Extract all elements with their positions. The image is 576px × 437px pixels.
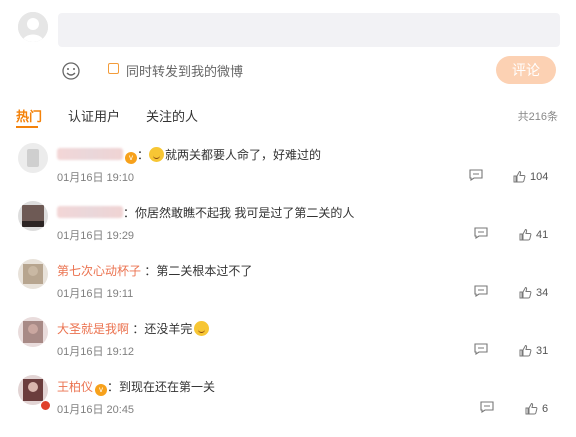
commenter-username[interactable] [57, 148, 123, 160]
commenter-username[interactable]: 王柏仪 [57, 380, 93, 394]
thumbs-up-icon [525, 402, 538, 415]
default-avatar-icon [18, 12, 48, 42]
tab-following[interactable]: 关注的人 [146, 106, 198, 125]
commenter-avatar[interactable] [18, 317, 48, 347]
comment-item: v： 就两关都要人命了，好难过的 01月16日 19:10 104 [0, 143, 576, 205]
user-avatar [18, 12, 48, 42]
tab-verified-users[interactable]: 认证用户 [68, 106, 120, 125]
vip-badge-icon: v [125, 152, 137, 164]
colon: ： [141, 264, 157, 278]
comment-text: 你居然敢瞧不起我 我可是过了第二关的人 [135, 206, 355, 220]
comment-time: 01月16日 19:29 [57, 230, 135, 242]
like-count: 104 [530, 171, 549, 183]
comment-time: 01月16日 19:12 [57, 346, 135, 358]
commenter-username[interactable]: 大圣就是我啊 [57, 322, 129, 336]
crying-emoji-icon [149, 147, 165, 162]
comment-text: 就两关都要人命了，好难过的 [165, 148, 322, 162]
comment-text: 第二关根本过不了 [156, 264, 253, 278]
avatar-image [18, 143, 48, 173]
thumbs-up-icon [519, 286, 532, 299]
like-button[interactable]: 31 [519, 341, 548, 357]
comment-line: ：你居然敢瞧不起我 我可是过了第二关的人 [57, 205, 354, 221]
comment-line: 第七次心动杯子 ：第二关根本过不了 [57, 263, 252, 279]
like-button[interactable]: 34 [519, 283, 548, 299]
comment-item: 大圣就是我啊 ：还没羊完 01月16日 19:12 31 [0, 317, 576, 379]
reply-icon[interactable] [480, 401, 494, 413]
commenter-username[interactable]: 第七次心动杯子 [57, 264, 141, 278]
vip-badge-icon: v [95, 384, 108, 396]
reply-icon[interactable] [469, 169, 483, 181]
colon: ： [129, 322, 145, 336]
commenter-avatar[interactable] [18, 201, 48, 231]
repost-checkbox[interactable] [108, 63, 119, 74]
comment-input[interactable] [58, 13, 560, 47]
thinking-emoji-icon [194, 321, 210, 336]
total-comment-count: 共216条 [517, 111, 558, 123]
commenter-username[interactable] [57, 206, 123, 218]
emoji-button[interactable] [61, 61, 81, 81]
reply-icon[interactable] [474, 343, 488, 355]
comment-item: 王柏仪 v ：到现在还在第一关 01月16日 20:45 6 [0, 375, 576, 437]
comment-time: 01月16日 20:45 [57, 404, 135, 416]
colon: ： [107, 380, 120, 394]
like-button[interactable]: 6 [525, 399, 548, 415]
verified-badge-icon [40, 400, 51, 411]
avatar-image [18, 317, 48, 347]
thumbs-up-icon [519, 344, 532, 357]
comment-item: 第七次心动杯子 ：第二关根本过不了 01月16日 19:11 34 [0, 259, 576, 321]
like-count: 6 [542, 403, 549, 415]
comment-line: 大圣就是我啊 ：还没羊完 [57, 321, 210, 337]
smiley-icon [62, 62, 80, 80]
like-count: 31 [536, 345, 549, 357]
reply-icon[interactable] [474, 227, 488, 239]
active-tab-indicator [16, 126, 38, 128]
like-button[interactable]: 41 [519, 225, 548, 241]
comment-item: ：你居然敢瞧不起我 我可是过了第二关的人 01月16日 19:29 41 [0, 201, 576, 263]
tab-hot-label: 热门 [16, 109, 43, 124]
like-button[interactable]: 104 [513, 167, 548, 183]
commenter-avatar[interactable] [18, 259, 48, 289]
comment-line: 王柏仪 v ：到现在还在第一关 [57, 379, 215, 396]
colon: ： [123, 206, 136, 220]
comment-time: 01月16日 19:10 [57, 172, 135, 184]
comment-text: 还没羊完 [144, 322, 193, 336]
tab-hot[interactable]: 热门 [16, 106, 43, 128]
thumbs-up-icon [519, 228, 532, 241]
avatar-image [18, 201, 48, 231]
like-count: 41 [536, 229, 549, 241]
comment-submit-button[interactable]: 评论 [496, 56, 556, 84]
like-count: 34 [536, 287, 549, 299]
thumbs-up-icon [513, 170, 526, 183]
commenter-avatar[interactable] [18, 143, 48, 173]
comment-time: 01月16日 19:11 [57, 288, 134, 300]
reply-icon[interactable] [474, 285, 488, 297]
comment-line: v： 就两关都要人命了，好难过的 [57, 147, 321, 164]
comment-text: 到现在还在第一关 [119, 380, 216, 394]
avatar-image [18, 259, 48, 289]
repost-label: 同时转发到我的微博 [126, 64, 244, 79]
colon: ： [137, 148, 150, 162]
